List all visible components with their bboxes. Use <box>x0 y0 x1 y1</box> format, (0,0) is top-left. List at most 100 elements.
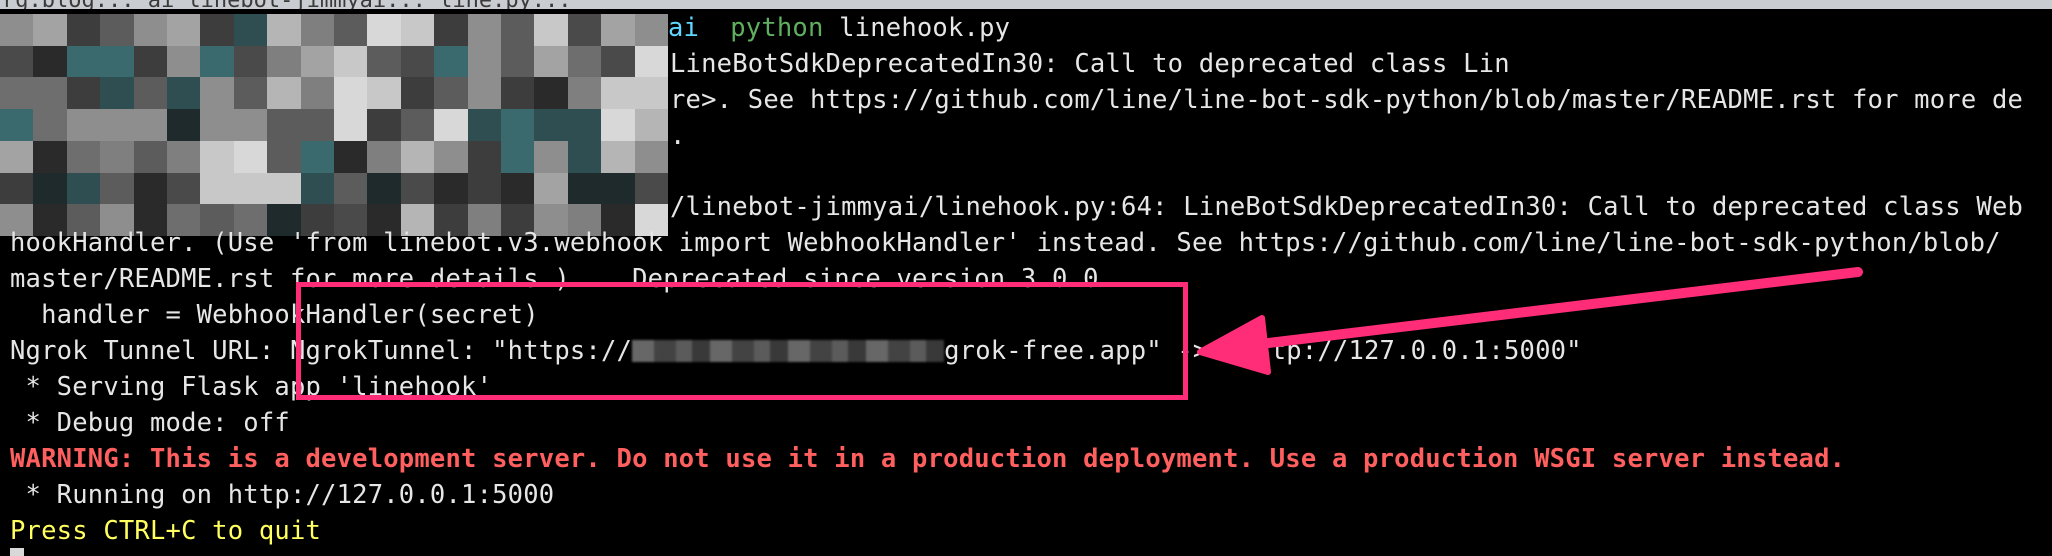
redacted-pixel <box>467 109 501 141</box>
command-name: python <box>730 13 824 43</box>
redacted-pixel <box>66 77 101 110</box>
quit-hint-line: Press CTRL+C to quit <box>10 516 322 546</box>
warning-line: WARNING: This is a development server. D… <box>10 444 1846 474</box>
redacted-pixel <box>467 140 501 173</box>
redacted-pixel <box>33 140 67 173</box>
redacted-pixel <box>501 77 535 110</box>
redacted-pixel <box>634 172 668 205</box>
redacted-pixel <box>200 140 234 173</box>
redacted-pixel <box>300 14 334 46</box>
redacted-pixel <box>167 172 201 205</box>
redacted-pixel <box>300 172 334 205</box>
redacted-pixel <box>400 140 435 173</box>
redacted-pixel <box>501 109 535 141</box>
output-line: /linebot-jimmyai/linehook.py:64: LineBot… <box>670 192 2024 222</box>
redacted-pixel <box>634 14 668 46</box>
redacted-pixel <box>167 140 201 173</box>
redacted-pixel <box>567 109 602 141</box>
redacted-pixel <box>567 140 602 173</box>
redacted-pixel <box>534 140 568 173</box>
output-line: * Running on http://127.0.0.1:5000 <box>10 480 555 510</box>
window-title-bar: rg.blog... ai linebot-jimmyai... line.py… <box>0 0 2052 9</box>
redacted-pixel <box>334 14 368 46</box>
redacted-pixel <box>167 77 201 110</box>
redacted-pixel <box>534 14 568 46</box>
redacted-pixel <box>200 45 234 78</box>
redacted-pixel <box>534 45 568 78</box>
redacted-pixel <box>334 140 368 173</box>
redacted-pixel <box>167 45 201 78</box>
redacted-pixel <box>66 172 101 205</box>
redacted-pixel <box>334 45 368 78</box>
redacted-pixel <box>267 109 301 141</box>
redacted-pixel <box>66 45 101 78</box>
redacted-pixel <box>467 14 501 46</box>
redacted-pixel <box>367 172 401 205</box>
redacted-pixel <box>66 109 101 141</box>
redacted-pixel <box>300 140 334 173</box>
output-line: * Debug mode: off <box>10 408 290 438</box>
redacted-pixel <box>434 140 468 173</box>
redacted-pixel <box>233 77 268 110</box>
redacted-pixel <box>534 109 568 141</box>
redacted-pixel <box>33 172 67 205</box>
redacted-pixel <box>501 45 535 78</box>
redacted-pixel <box>434 77 468 110</box>
redacted-pixel <box>233 14 268 46</box>
redacted-pixel <box>367 140 401 173</box>
redacted-pixel <box>66 14 101 46</box>
redacted-pixel <box>200 109 234 141</box>
redacted-pixel <box>100 140 134 173</box>
redacted-pixel <box>434 172 468 205</box>
redacted-pixel <box>334 77 368 110</box>
redacted-pixel <box>233 109 268 141</box>
redacted-pixel <box>300 77 334 110</box>
redacted-pixel <box>267 14 301 46</box>
redacted-pixel <box>367 14 401 46</box>
redacted-pixel <box>567 14 602 46</box>
virtualenv-label: ai <box>668 13 700 43</box>
redacted-pixel <box>133 14 167 46</box>
redacted-pixel <box>634 45 668 78</box>
redacted-pixel <box>400 14 435 46</box>
redacted-pixel <box>200 77 234 110</box>
redacted-pixel <box>100 45 134 78</box>
redacted-pixel <box>634 140 668 173</box>
redacted-pixel <box>567 77 602 110</box>
terminal-cursor <box>10 548 24 556</box>
redacted-pixel <box>33 45 67 78</box>
redacted-pixel <box>400 172 435 205</box>
redacted-pixel <box>0 77 34 110</box>
redacted-pixel <box>400 109 435 141</box>
command-args: linehook.py <box>839 13 1011 43</box>
redacted-pixel <box>367 77 401 110</box>
redacted-pixel <box>0 140 34 173</box>
redacted-pixel <box>133 45 167 78</box>
redacted-pixel <box>33 77 67 110</box>
window-title-text: rg.blog... ai linebot-jimmyai... line.py… <box>2 0 572 9</box>
redacted-pixel <box>467 172 501 205</box>
redacted-pixel <box>267 140 301 173</box>
redacted-pixel <box>501 14 535 46</box>
redacted-pixel <box>601 172 635 205</box>
redacted-pixel <box>133 109 167 141</box>
terminal-window[interactable]: rg.blog... ai linebot-jimmyai... line.py… <box>0 0 2052 556</box>
redacted-pixel <box>233 140 268 173</box>
redacted-pixel <box>167 14 201 46</box>
redacted-pixel <box>33 14 67 46</box>
redacted-pixel <box>233 45 268 78</box>
redacted-pixel <box>100 172 134 205</box>
redacted-pixel <box>434 109 468 141</box>
redacted-pixel <box>334 172 368 205</box>
redacted-pixel <box>100 109 134 141</box>
redacted-pixel <box>501 140 535 173</box>
redacted-pixel <box>33 109 67 141</box>
output-line: . <box>670 121 686 151</box>
redacted-pixel <box>267 45 301 78</box>
output-line: LineBotSdkDeprecatedIn30: Call to deprec… <box>670 49 1510 79</box>
output-line: hookHandler. (Use 'from linebot.v3.webho… <box>10 228 2001 258</box>
redacted-region <box>0 14 668 236</box>
redacted-pixel <box>100 77 134 110</box>
redacted-pixel <box>634 109 668 141</box>
redacted-pixel <box>534 172 568 205</box>
